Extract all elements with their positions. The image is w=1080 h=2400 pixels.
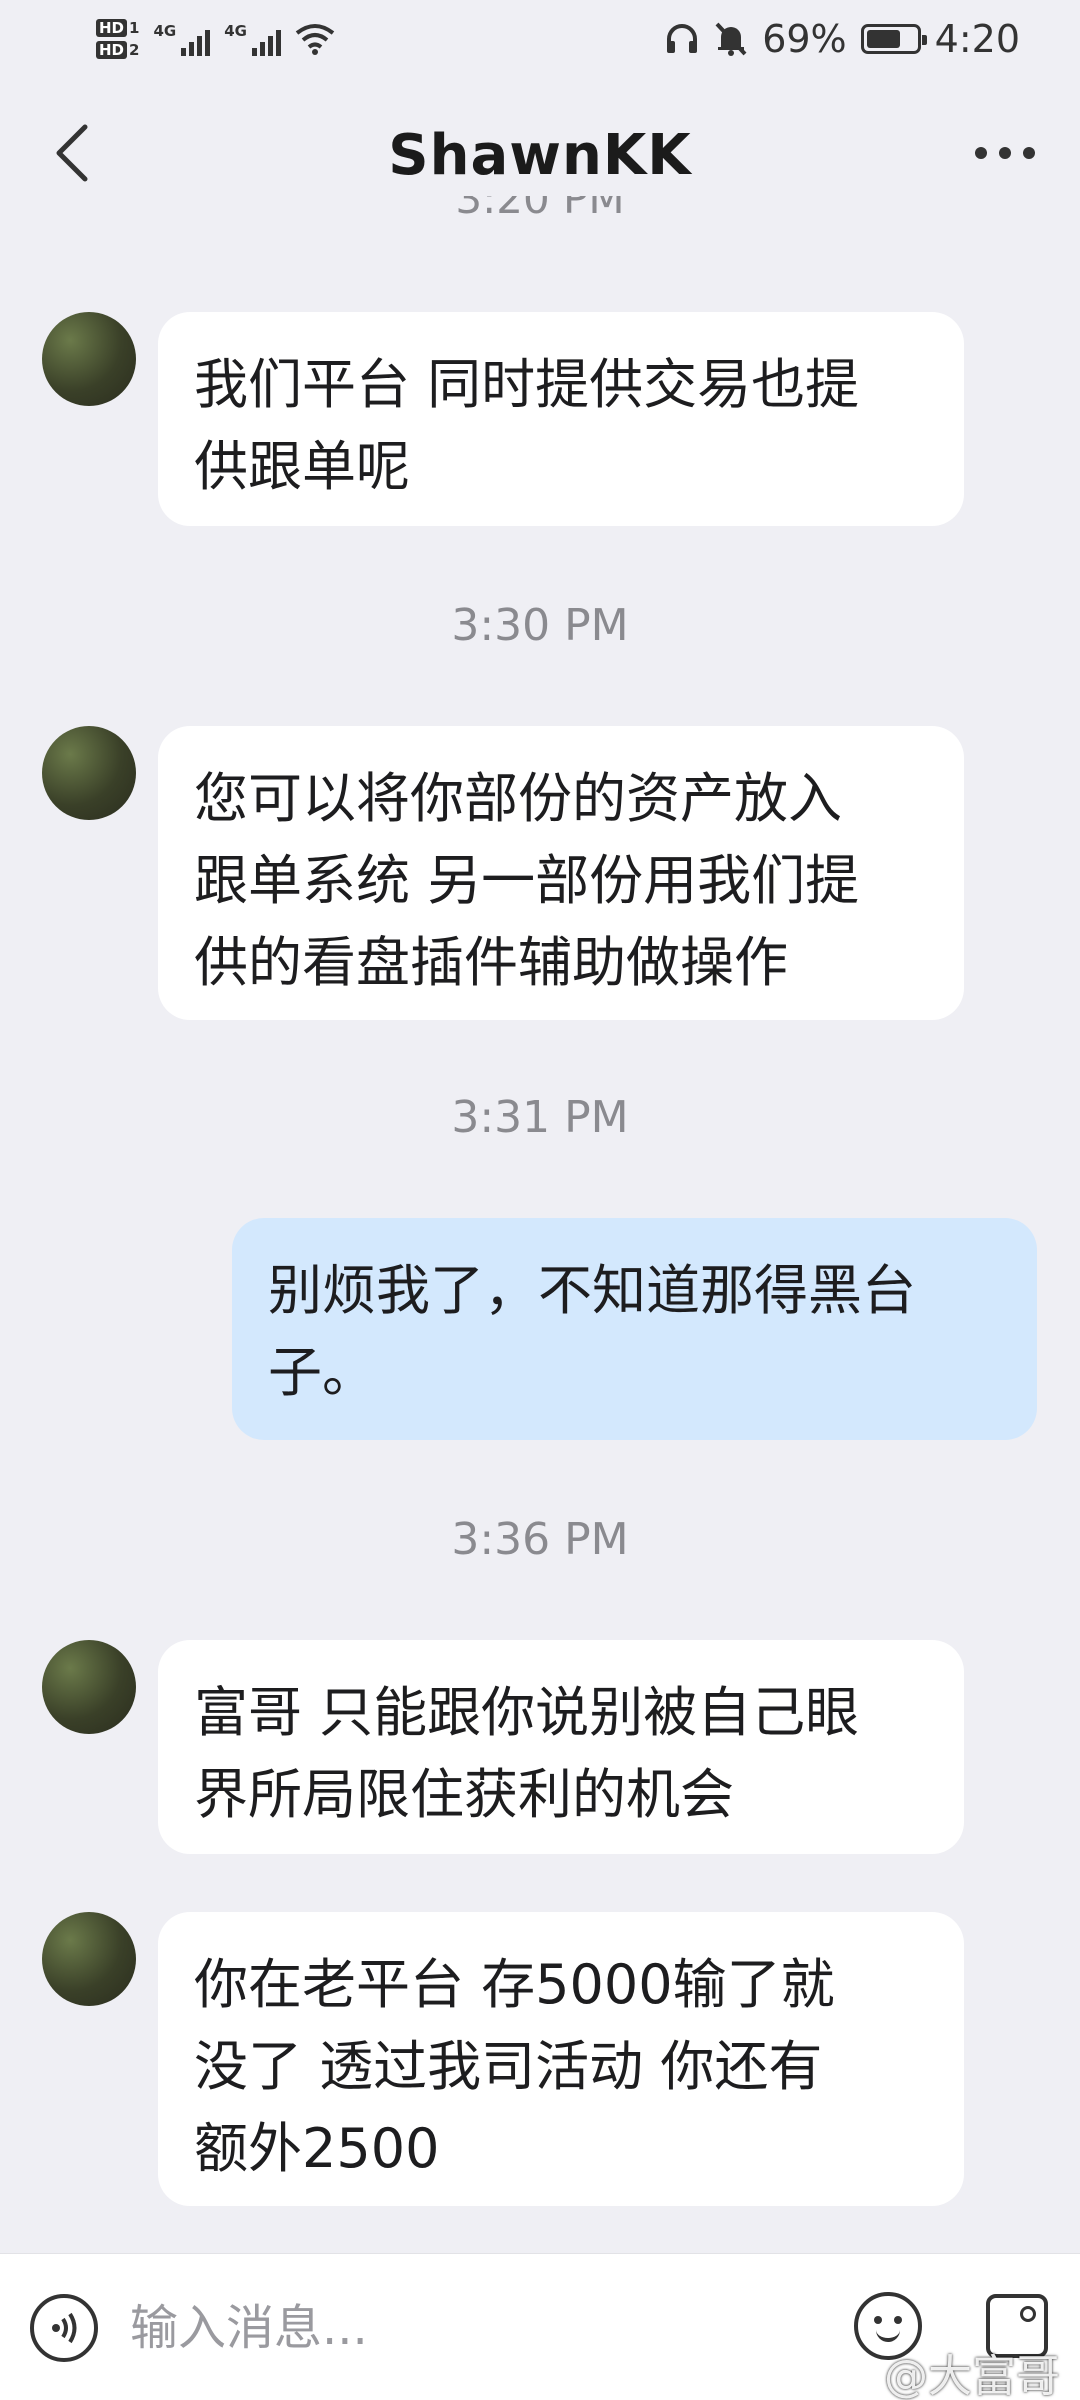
timestamp: 3:36 PM (451, 1514, 629, 1565)
voice-icon (52, 2312, 77, 2344)
signal-strength-icon: 4G (153, 22, 211, 56)
chevron-left-icon (56, 124, 88, 182)
contact-avatar[interactable] (42, 1640, 136, 1734)
status-bar: HD 1 HD 2 4G 4G 69% 4:20 (0, 0, 1080, 78)
watermark: @大富哥 (884, 2351, 1060, 2400)
voice-button[interactable] (30, 2294, 98, 2362)
clock: 4:20 (934, 17, 1020, 61)
message-text: 供的看盘插件辅助做操作 (194, 931, 788, 994)
status-left: HD 1 HD 2 4G 4G (96, 19, 335, 59)
back-button[interactable] (38, 118, 108, 188)
contact-avatar[interactable] (42, 312, 136, 406)
battery-fill (866, 30, 900, 48)
message-text: 您可以将你部份的资产放入 (194, 767, 842, 830)
timestamp-partial-text: 3:20 PM (455, 196, 625, 223)
sim2-indicator: HD 2 (96, 41, 139, 59)
sim-indicators: HD 1 HD 2 (96, 19, 139, 59)
message-bubble-incoming[interactable]: 我们平台 同时提供交易也提 供跟单呢 (158, 312, 964, 526)
message-bubble-incoming[interactable]: 你在老平台 存5000输了就 没了 透过我司活动 你还有 额外2500 (158, 1912, 964, 2206)
message-text: 你在老平台 存5000输了就 (194, 1953, 835, 2016)
contact-name: ShawnKK (388, 122, 692, 188)
message-text: 供跟单呢 (194, 435, 410, 498)
message-bubble-incoming[interactable]: 您可以将你部份的资产放入 跟单系统 另一部份用我们提 供的看盘插件辅助做操作 (158, 726, 964, 1020)
more-horizontal-icon (975, 147, 987, 159)
contact-avatar[interactable] (42, 726, 136, 820)
message-text: 界所局限住获利的机会 (194, 1763, 734, 1826)
sim1-indicator: HD 1 (96, 19, 139, 37)
contact-avatar[interactable] (42, 1912, 136, 2006)
battery-icon (860, 24, 927, 54)
message-bubble-incoming[interactable]: 富哥 只能跟你说别被自己眼 界所局限住获利的机会 (158, 1640, 964, 1854)
sim2-index: 2 (129, 41, 140, 59)
wifi-icon (295, 24, 335, 55)
message-text: 我们平台 同时提供交易也提 (194, 353, 860, 416)
signal-strength-icon-2: 4G (224, 22, 281, 56)
message-text: 额外2500 (194, 2117, 440, 2180)
message-text: 别烦我了，不知道那得黑台 (268, 1259, 916, 1322)
message-text: 跟单系统 另一部份用我们提 (194, 849, 860, 912)
sim1-hd-label: HD (96, 19, 128, 37)
network2-label: 4G (224, 22, 247, 40)
battery-percent: 69% (762, 17, 847, 61)
sim2-hd-label: HD (96, 41, 128, 59)
network1-label: 4G (153, 22, 177, 40)
message-text: 子。 (268, 1341, 376, 1404)
message-bubble-outgoing[interactable]: 别烦我了，不知道那得黑台 子。 (232, 1218, 1037, 1440)
sim1-index: 1 (129, 19, 140, 37)
more-options-button[interactable] (960, 118, 1050, 188)
message-input[interactable] (130, 2290, 830, 2366)
timestamp: 3:30 PM (451, 600, 629, 651)
mute-bell-icon (715, 22, 747, 56)
timestamp-partial: 3:20 PM (0, 196, 1080, 234)
headphones-icon (667, 24, 698, 53)
status-right: 69% 4:20 (664, 17, 1020, 61)
timestamp: 3:31 PM (451, 1092, 629, 1143)
message-text: 没了 透过我司活动 你还有 (194, 2035, 823, 2098)
message-text: 富哥 只能跟你说别被自己眼 (194, 1681, 860, 1744)
